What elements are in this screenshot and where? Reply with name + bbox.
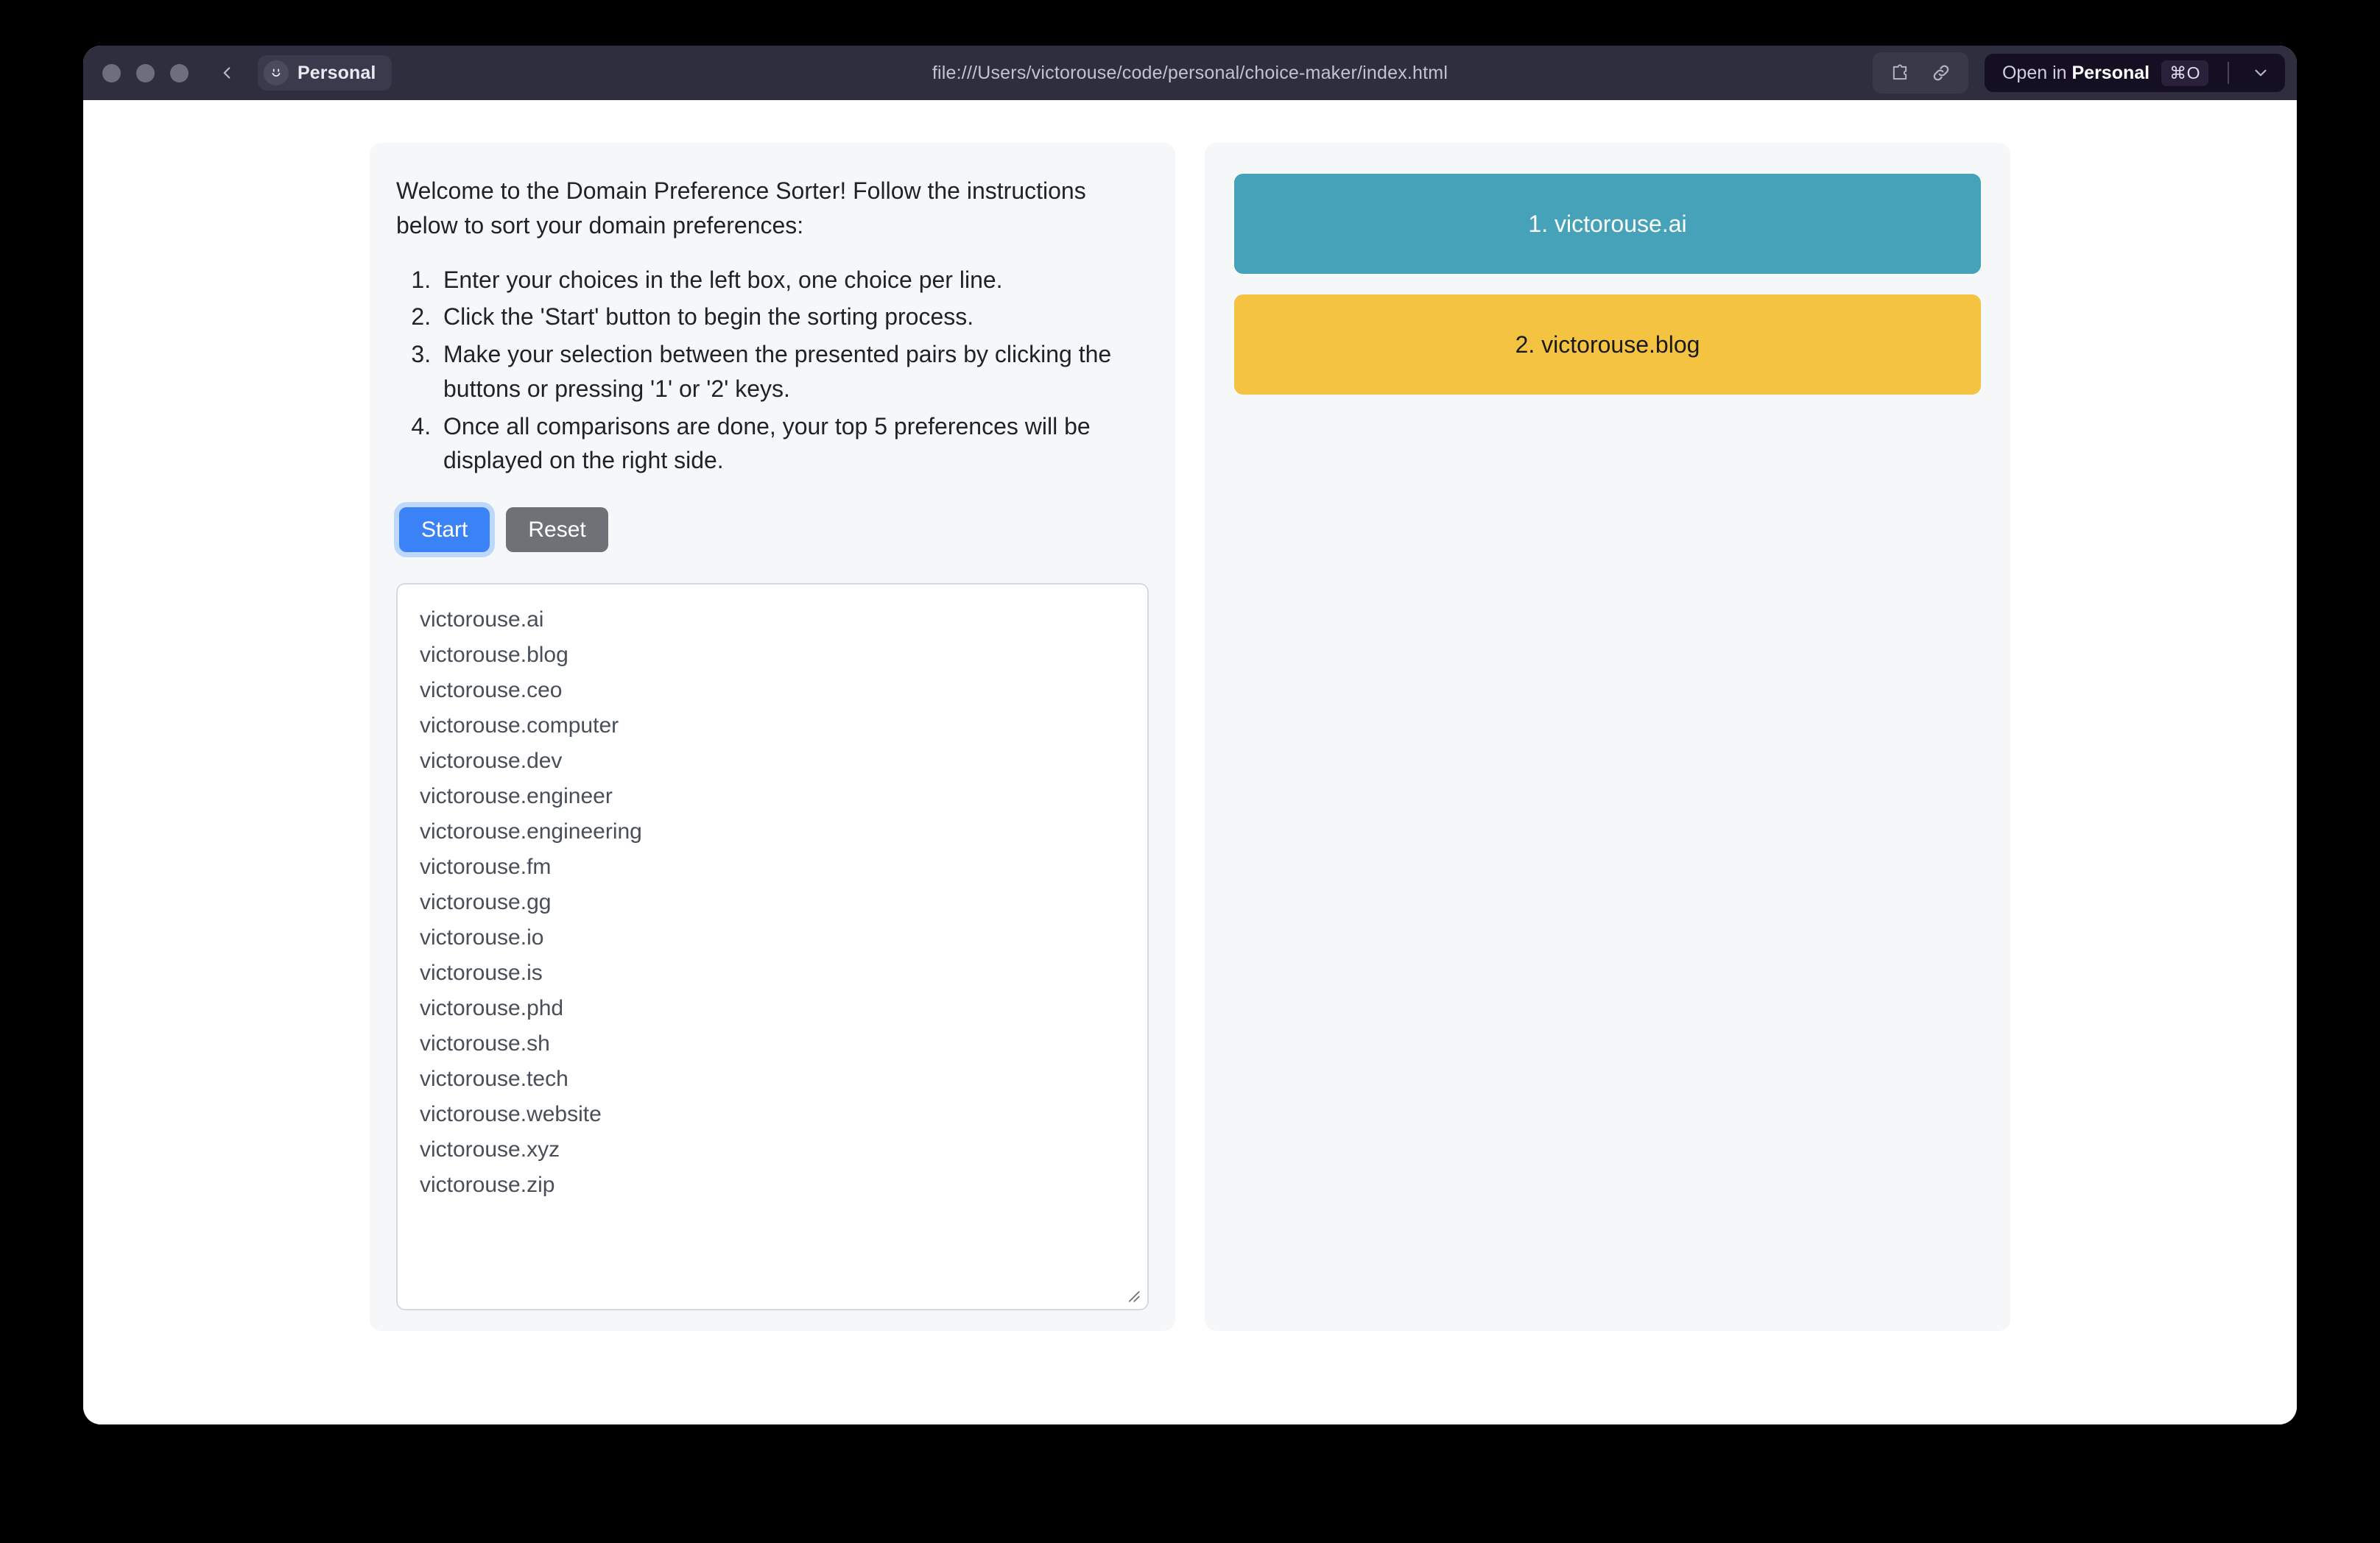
result-card[interactable]: 1. victorouse.ai: [1234, 174, 1981, 274]
choice-line: victorouse.ai: [420, 607, 544, 632]
reset-button[interactable]: Reset: [506, 507, 608, 553]
puzzle-piece-icon[interactable]: [1884, 57, 1915, 88]
choice-line: victorouse.engineering: [420, 819, 642, 844]
smiley-face-icon: [264, 60, 289, 85]
choice-line: victorouse.gg: [420, 890, 552, 915]
open-in-personal-button[interactable]: Open in Personal ⌘O: [1984, 54, 2285, 92]
open-in-personal-shortcut: ⌘O: [2161, 60, 2208, 86]
browser-window: Personal file:///Users/victorouse/code/p…: [83, 46, 2297, 1424]
choice-line: victorouse.computer: [420, 713, 619, 738]
minimize-window-button[interactable]: [136, 63, 155, 82]
choice-line: victorouse.phd: [420, 996, 564, 1021]
start-button[interactable]: Start: [399, 507, 490, 553]
open-button-divider: [2228, 62, 2229, 84]
choices-textarea[interactable]: victorouse.ai victorouse.blog victorouse…: [396, 583, 1149, 1311]
choice-line: victorouse.website: [420, 1102, 602, 1127]
chevron-left-icon: [217, 63, 236, 82]
instruction-step: Make your selection between the presente…: [437, 337, 1149, 406]
results-panel: 1. victorouse.ai 2. victorouse.blog: [1205, 143, 2010, 1331]
back-button[interactable]: [212, 58, 242, 88]
choice-line: victorouse.xyz: [420, 1137, 560, 1162]
choice-line: victorouse.zip: [420, 1173, 555, 1198]
window-traffic-lights: [102, 63, 189, 82]
instruction-steps: Enter your choices in the left box, one …: [396, 263, 1149, 478]
zoom-window-button[interactable]: [170, 63, 189, 82]
choice-line: victorouse.sh: [420, 1031, 550, 1056]
choice-line: victorouse.tech: [420, 1067, 568, 1092]
choice-line: victorouse.is: [420, 961, 543, 986]
open-in-personal-label: Open in Personal: [2001, 62, 2150, 83]
titlebar-icon-group: [1872, 52, 1968, 93]
instruction-step: Once all comparisons are done, your top …: [437, 409, 1149, 478]
choice-line: victorouse.io: [420, 925, 544, 950]
browser-titlebar: Personal file:///Users/victorouse/code/p…: [83, 46, 2297, 100]
choice-line: victorouse.ceo: [420, 678, 563, 703]
chevron-down-icon[interactable]: [2244, 56, 2278, 90]
intro-text: Welcome to the Domain Preference Sorter!…: [396, 177, 1086, 239]
link-icon[interactable]: [1926, 57, 1957, 88]
choice-line: victorouse.blog: [420, 643, 568, 668]
profile-chip-label: Personal: [298, 62, 376, 83]
instruction-step: Enter your choices in the left box, one …: [437, 263, 1149, 297]
control-buttons: Start Reset: [399, 507, 1149, 553]
choice-line: victorouse.fm: [420, 855, 552, 880]
choice-line: victorouse.engineer: [420, 784, 613, 809]
instructions-panel: Welcome to the Domain Preference Sorter!…: [370, 143, 1175, 1331]
instruction-step: Click the 'Start' button to begin the so…: [437, 300, 1149, 334]
page-content: Welcome to the Domain Preference Sorter!…: [83, 100, 2297, 1424]
profile-chip[interactable]: Personal: [258, 55, 392, 91]
titlebar-right-controls: Open in Personal ⌘O: [1872, 52, 2285, 93]
choice-line: victorouse.dev: [420, 749, 563, 774]
result-card[interactable]: 2. victorouse.blog: [1234, 294, 1981, 395]
close-window-button[interactable]: [102, 63, 121, 82]
address-bar-url: file:///Users/victorouse/code/personal/c…: [932, 62, 1448, 83]
resize-grip-icon[interactable]: [1122, 1285, 1141, 1304]
